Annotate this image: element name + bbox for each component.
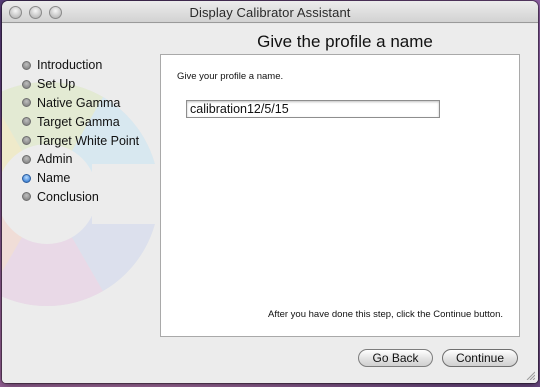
step-label: Conclusion xyxy=(37,189,99,204)
step-label: Introduction xyxy=(37,58,103,73)
profile-name-field[interactable] xyxy=(186,100,440,118)
step-target-white-point: Target White Point xyxy=(22,131,139,150)
step-conclusion: Conclusion xyxy=(22,188,139,207)
step-label: Native Gamma xyxy=(37,95,121,110)
step-introduction: Introduction xyxy=(22,56,139,75)
step-target-gamma: Target Gamma xyxy=(22,112,139,131)
step-set-up: Set Up xyxy=(22,75,139,94)
continue-button[interactable]: Continue xyxy=(442,349,518,367)
step-label: Name xyxy=(37,171,71,186)
step-bullet-icon xyxy=(22,79,31,89)
step-bullet-icon xyxy=(22,192,31,202)
step-label: Admin xyxy=(37,152,73,167)
assistant-content: Give the profile a name Introduction Set… xyxy=(2,24,538,383)
step-admin: Admin xyxy=(22,150,139,169)
step-label: Target White Point xyxy=(37,133,140,148)
step-name: Name xyxy=(22,169,139,188)
step-panel: Give your profile a name. After you have… xyxy=(160,54,520,337)
page-title: Give the profile a name xyxy=(257,32,433,51)
continue-hint: After you have done this step, click the… xyxy=(267,309,503,320)
step-bullet-icon xyxy=(22,60,31,70)
go-back-button[interactable]: Go Back xyxy=(358,349,433,367)
steps-list: Introduction Set Up Native Gamma Target … xyxy=(22,56,139,206)
step-label: Target Gamma xyxy=(37,114,120,129)
step-label: Set Up xyxy=(37,77,76,92)
assistant-window: Display Calibrator Assistant Give the pr… xyxy=(2,1,538,383)
current-step-bullet-icon xyxy=(22,173,31,183)
step-bullet-icon xyxy=(22,136,31,146)
name-prompt: Give your profile a name. xyxy=(177,71,284,82)
step-bullet-icon xyxy=(22,154,31,164)
title-bar[interactable]: Display Calibrator Assistant xyxy=(2,1,538,23)
window-title: Display Calibrator Assistant xyxy=(189,5,351,20)
step-native-gamma: Native Gamma xyxy=(22,94,139,113)
resize-grip-icon[interactable] xyxy=(525,370,535,380)
step-bullet-icon xyxy=(22,117,31,127)
step-bullet-icon xyxy=(22,98,31,108)
